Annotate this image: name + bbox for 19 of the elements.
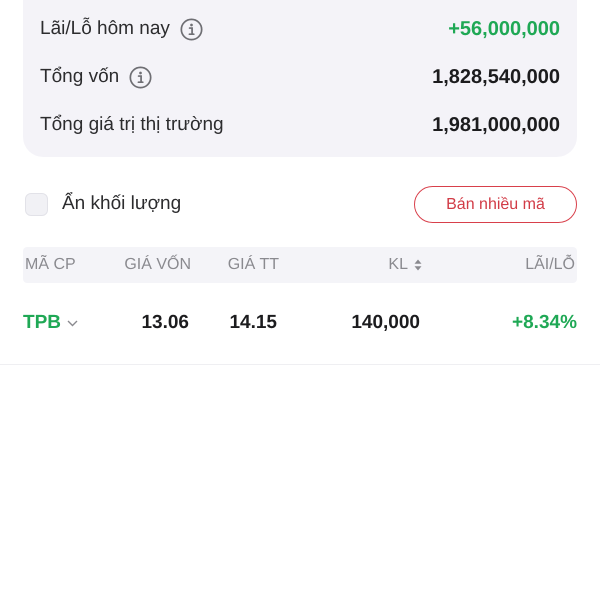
summary-label: Tổng vốn — [40, 64, 120, 89]
sell-multiple-button[interactable]: Bán nhiều mã — [414, 186, 577, 223]
column-header: LÃI/LỖ — [525, 254, 575, 275]
column-header: GIÁ VỐN — [124, 254, 191, 275]
column-header: GIÁ TT — [228, 254, 279, 275]
table-cell-text: 140,000 — [351, 311, 420, 336]
profit-percent: +8.34% — [512, 311, 577, 336]
hide-volume-label: Ẩn khối lượng — [62, 191, 182, 216]
summary-value: 1,981,000,000 — [432, 113, 560, 138]
column-header: MÃ CP — [25, 254, 76, 275]
stock-symbol[interactable]: TPB — [23, 309, 61, 338]
summary-value: 1,828,540,000 — [432, 65, 560, 90]
table-cell-text: 13.06 — [141, 311, 189, 336]
column-header[interactable]: KL — [388, 253, 408, 277]
hide-volume-checkbox[interactable] — [25, 193, 48, 216]
summary-value: +56,000,000 — [448, 17, 560, 42]
table-cell-text: 14.15 — [229, 311, 277, 336]
summary-label: Tổng giá trị thị trường — [40, 112, 224, 137]
summary-label: Lãi/Lỗ hôm nay — [40, 16, 170, 41]
